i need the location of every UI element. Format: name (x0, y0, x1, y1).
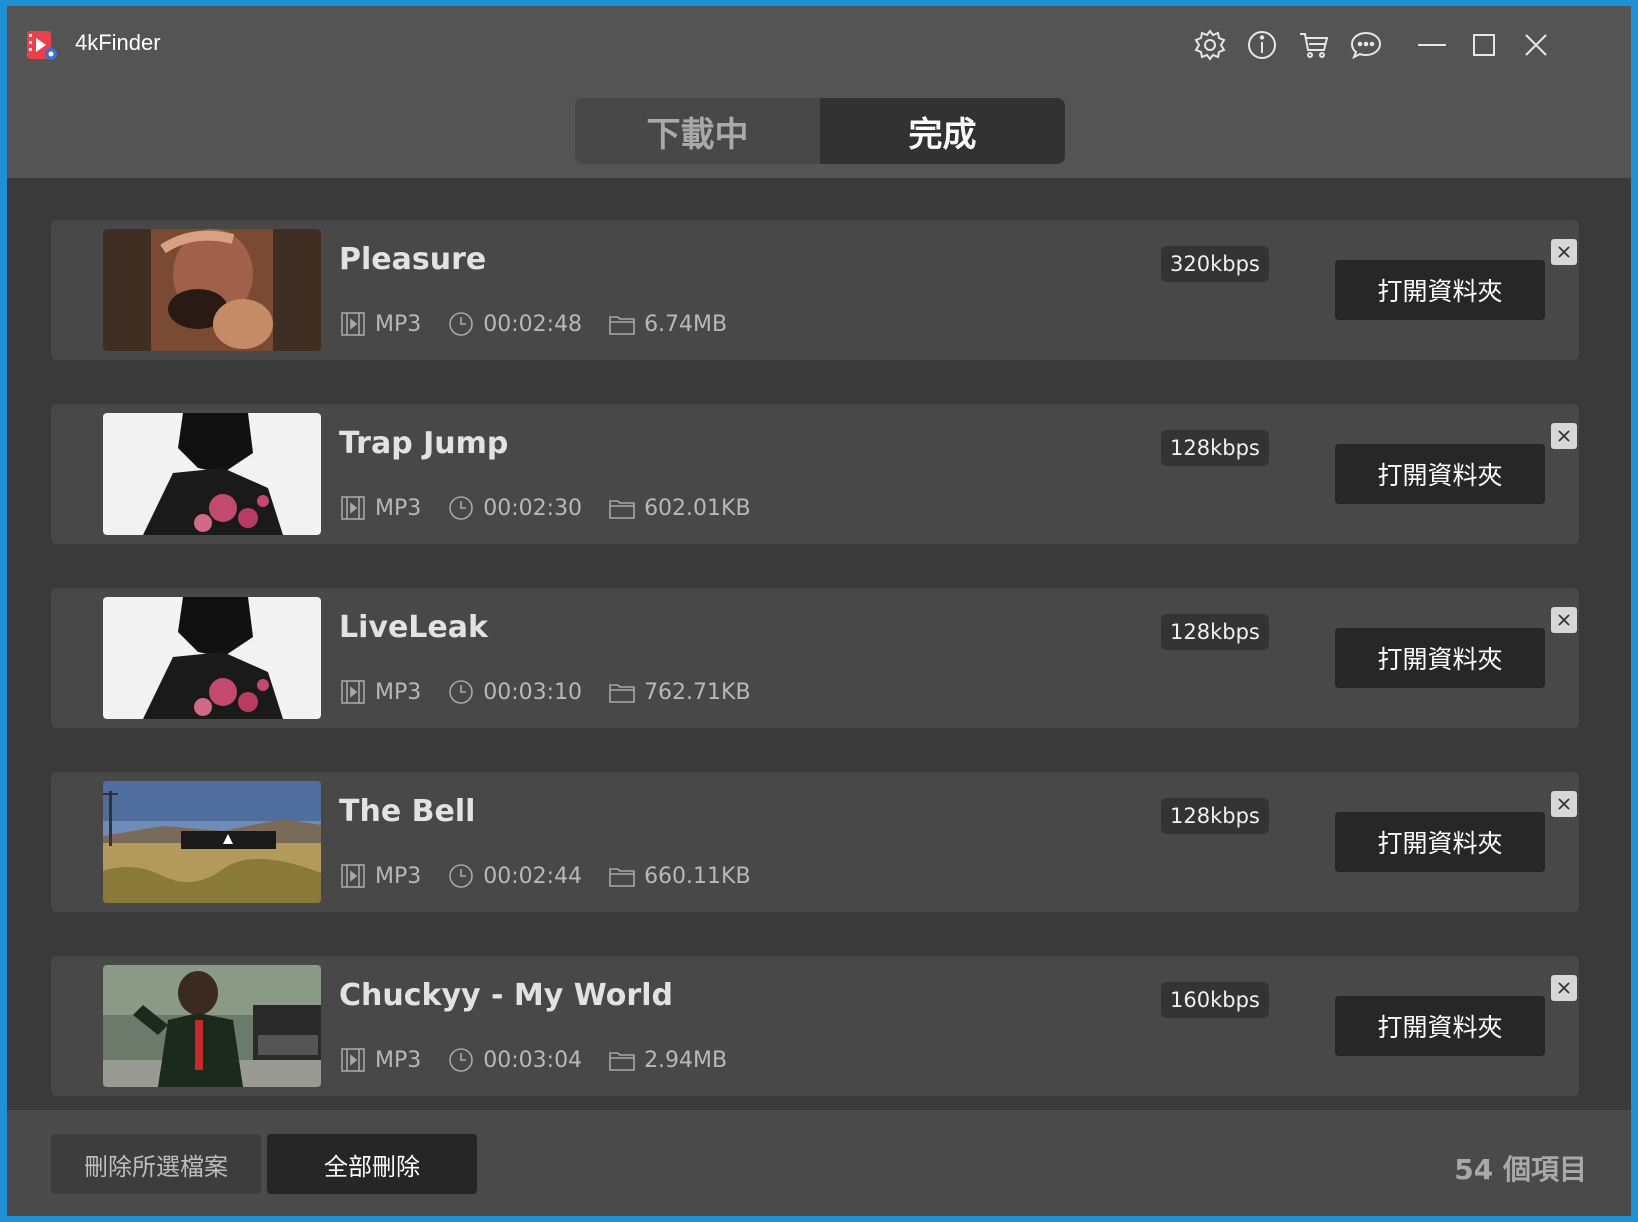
format-label: MP3 (375, 495, 422, 521)
delete-all-button[interactable]: 全部刪除 (267, 1134, 477, 1194)
duration-label: 00:02:30 (483, 495, 583, 521)
folder-icon (608, 494, 636, 522)
song-title: The Bell (339, 794, 476, 829)
clock-icon (447, 1046, 475, 1074)
bitrate-badge: 128kbps (1161, 798, 1269, 834)
song-title: Pleasure (339, 242, 487, 277)
bitrate-badge: 160kbps (1161, 982, 1269, 1018)
open-folder-button[interactable]: 打開資料夾 (1335, 812, 1545, 872)
song-title: LiveLeak (339, 610, 488, 645)
film-icon (339, 494, 367, 522)
remove-item-icon[interactable] (1551, 975, 1577, 1001)
thumbnail-image (103, 413, 321, 535)
remove-item-icon[interactable] (1551, 607, 1577, 633)
tab-downloading[interactable]: 下載中 (575, 98, 820, 164)
clock-icon (447, 310, 475, 338)
item-count: 54 個項目 (1454, 1153, 1587, 1186)
thumbnail-image (103, 229, 321, 351)
close-icon[interactable] (1519, 28, 1553, 62)
folder-icon (608, 310, 636, 338)
cart-icon[interactable] (1297, 28, 1331, 62)
song-title: Chuckyy - My World (339, 978, 673, 1013)
size-label: 660.11KB (644, 863, 751, 889)
info-icon[interactable] (1245, 28, 1279, 62)
size-label: 2.94MB (644, 1047, 728, 1073)
format-label: MP3 (375, 311, 422, 337)
folder-icon (608, 862, 636, 890)
thumbnail-image (103, 781, 321, 903)
duration-label: 00:02:44 (483, 863, 583, 889)
app-title: 4kFinder (75, 30, 161, 55)
gear-icon[interactable] (1193, 28, 1227, 62)
list-item[interactable]: The Bell MP3 00:02:44 660.11KB 128kbps 打… (51, 772, 1579, 912)
duration-label: 00:03:04 (483, 1047, 583, 1073)
song-meta: MP3 00:02:44 660.11KB (339, 860, 777, 892)
clock-icon (447, 494, 475, 522)
chat-icon[interactable] (1349, 28, 1383, 62)
tab-completed[interactable]: 完成 (820, 98, 1065, 164)
thumbnail-image (103, 965, 321, 1087)
delete-selected-button[interactable]: 刪除所選檔案 (51, 1134, 261, 1194)
folder-icon (608, 1046, 636, 1074)
song-meta: MP3 00:02:48 6.74MB (339, 308, 753, 340)
format-label: MP3 (375, 679, 422, 705)
size-label: 6.74MB (644, 311, 728, 337)
format-label: MP3 (375, 1047, 422, 1073)
bitrate-badge: 320kbps (1161, 246, 1269, 282)
song-title: Trap Jump (339, 426, 509, 461)
remove-item-icon[interactable] (1551, 791, 1577, 817)
thumbnail-image (103, 597, 321, 719)
tab-bar: 下載中 完成 (575, 98, 1065, 164)
remove-item-icon[interactable] (1551, 239, 1577, 265)
app-window: 4kFinder 下載中 完成 Pleasure MP3 00:02:48 6.… (7, 6, 1631, 1216)
song-meta: MP3 00:03:04 2.94MB (339, 1044, 753, 1076)
size-label: 762.71KB (644, 679, 751, 705)
footer-bar: 刪除所選檔案 全部刪除 54 個項目 (7, 1110, 1631, 1216)
folder-icon (608, 678, 636, 706)
title-bar: 4kFinder 下載中 完成 (7, 6, 1631, 178)
maximize-icon[interactable] (1467, 28, 1501, 62)
clock-icon (447, 678, 475, 706)
size-label: 602.01KB (644, 495, 751, 521)
list-item[interactable]: Pleasure MP3 00:02:48 6.74MB 320kbps 打開資… (51, 220, 1579, 360)
app-logo-icon (25, 28, 59, 62)
list-item[interactable]: Chuckyy - My World MP3 00:03:04 2.94MB 1… (51, 956, 1579, 1096)
film-icon (339, 678, 367, 706)
open-folder-button[interactable]: 打開資料夾 (1335, 260, 1545, 320)
open-folder-button[interactable]: 打開資料夾 (1335, 996, 1545, 1056)
format-label: MP3 (375, 863, 422, 889)
remove-item-icon[interactable] (1551, 423, 1577, 449)
film-icon (339, 310, 367, 338)
list-item[interactable]: LiveLeak MP3 00:03:10 762.71KB 128kbps 打… (51, 588, 1579, 728)
open-folder-button[interactable]: 打開資料夾 (1335, 628, 1545, 688)
song-meta: MP3 00:03:10 762.71KB (339, 676, 777, 708)
download-list: Pleasure MP3 00:02:48 6.74MB 320kbps 打開資… (7, 178, 1631, 1110)
film-icon (339, 1046, 367, 1074)
duration-label: 00:02:48 (483, 311, 583, 337)
film-icon (339, 862, 367, 890)
clock-icon (447, 862, 475, 890)
list-item[interactable]: Trap Jump MP3 00:02:30 602.01KB 128kbps … (51, 404, 1579, 544)
song-meta: MP3 00:02:30 602.01KB (339, 492, 777, 524)
minimize-icon[interactable] (1415, 28, 1449, 62)
bitrate-badge: 128kbps (1161, 614, 1269, 650)
duration-label: 00:03:10 (483, 679, 583, 705)
open-folder-button[interactable]: 打開資料夾 (1335, 444, 1545, 504)
bitrate-badge: 128kbps (1161, 430, 1269, 466)
